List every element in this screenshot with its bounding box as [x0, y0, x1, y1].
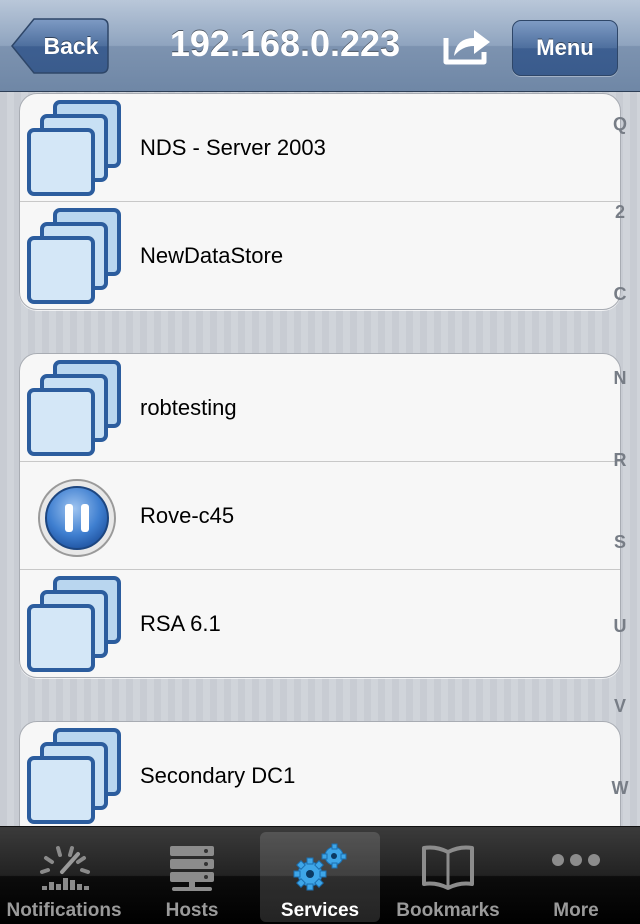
- tab-services[interactable]: Services: [260, 832, 380, 922]
- list-item[interactable]: RSA 6.1: [20, 570, 620, 677]
- page-title: 192.168.0.223: [169, 23, 401, 64]
- navigation-bar: Back 192.168.0.223 Menu: [0, 0, 640, 92]
- index-entry[interactable]: W: [600, 778, 640, 799]
- list-section: Secondary DC1: [19, 721, 621, 826]
- list-item-label: NewDataStore: [140, 243, 284, 268]
- tab-hosts[interactable]: Hosts: [128, 827, 256, 924]
- tab-label: Notifications: [6, 900, 122, 921]
- gauge-icon: [40, 846, 90, 890]
- list-item[interactable]: Rove-c45: [20, 462, 620, 570]
- list-section: NDS - Server 2003 NewDataStore: [19, 93, 621, 310]
- list-section: robtesting Rove-c45 RSA 6.1: [19, 353, 621, 678]
- list-item[interactable]: NewDataStore: [20, 202, 620, 309]
- list-item-label: Rove-c45: [140, 503, 235, 528]
- tab-label: More: [553, 900, 599, 921]
- list-item[interactable]: NDS - Server 2003: [20, 94, 620, 202]
- tab-label: Bookmarks: [396, 900, 500, 921]
- more-dots-icon: [552, 854, 600, 866]
- index-entry[interactable]: V: [600, 696, 640, 717]
- vm-stack-icon: [27, 100, 121, 196]
- index-entry[interactable]: R: [600, 450, 640, 471]
- tab-notifications[interactable]: Notifications: [0, 827, 128, 924]
- vm-stack-icon: [27, 576, 121, 672]
- list-item-label: Secondary DC1: [140, 763, 296, 788]
- vm-stack-icon: [27, 360, 121, 456]
- book-icon: [422, 845, 474, 890]
- tab-label: Services: [280, 900, 360, 921]
- list-item-label: robtesting: [140, 395, 237, 420]
- share-icon: [443, 30, 490, 65]
- index-entry[interactable]: S: [600, 532, 640, 553]
- list-item[interactable]: Secondary DC1: [20, 722, 620, 826]
- back-button[interactable]: Back: [10, 17, 110, 75]
- index-entry[interactable]: N: [600, 368, 640, 389]
- index-entry[interactable]: U: [600, 616, 640, 637]
- vm-stack-icon: [27, 208, 121, 304]
- list-item-label: NDS - Server 2003: [140, 135, 326, 160]
- list-item-label: RSA 6.1: [140, 611, 221, 636]
- tab-bookmarks[interactable]: Bookmarks: [384, 827, 512, 924]
- back-button-label: Back: [43, 33, 99, 59]
- index-entry[interactable]: C: [600, 284, 640, 305]
- services-list[interactable]: NDS - Server 2003 NewDataStore robtestin…: [0, 92, 640, 826]
- gears-icon: [293, 843, 347, 891]
- tab-label: Hosts: [165, 900, 219, 921]
- tab-more[interactable]: More: [512, 827, 640, 924]
- list-item[interactable]: robtesting: [20, 354, 620, 462]
- server-icon: [170, 846, 214, 891]
- index-entry[interactable]: 2: [600, 202, 640, 223]
- paused-vm-icon: [38, 479, 116, 557]
- menu-button[interactable]: Menu: [512, 20, 618, 76]
- tab-bar: Notifications Hosts Services Bookmarks M…: [0, 826, 640, 924]
- section-index[interactable]: Q 2 C N R S U V W: [600, 92, 640, 826]
- share-button[interactable]: [440, 22, 496, 68]
- vm-stack-icon: [27, 728, 121, 824]
- index-search-letter[interactable]: Q: [600, 114, 640, 135]
